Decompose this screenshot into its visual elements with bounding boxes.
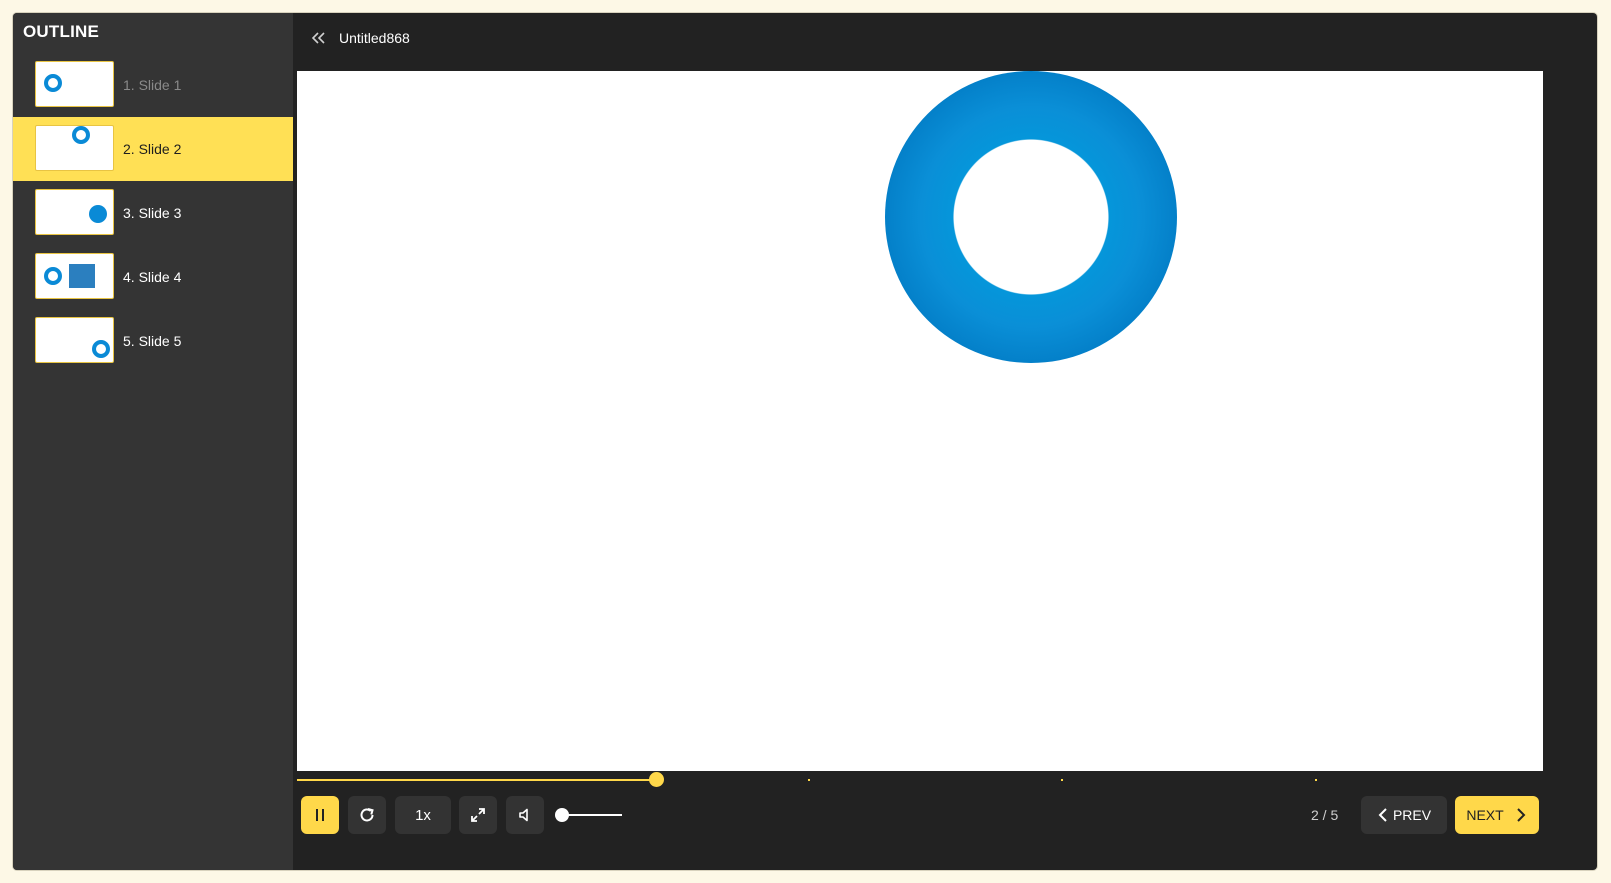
replay-icon (360, 808, 374, 822)
pause-icon (316, 809, 324, 821)
control-bar: 1x 2 / 5 PREV NEXT (297, 796, 1597, 836)
slide-thumbnail (35, 189, 114, 235)
circle-shape (89, 205, 107, 223)
presentation-title: Untitled868 (339, 30, 410, 46)
outline-item-slide-3[interactable]: 3. Slide 3 (13, 181, 293, 245)
ring-shape (92, 340, 110, 358)
slide-stage (297, 71, 1543, 771)
next-label: NEXT (1466, 807, 1504, 823)
progress-fill (297, 779, 656, 781)
square-shape (69, 264, 95, 288)
slide-mark (1314, 779, 1317, 781)
mute-button[interactable] (506, 796, 544, 834)
player-header: Untitled868 (293, 13, 1597, 63)
next-button[interactable]: NEXT (1455, 796, 1539, 834)
outline-item-slide-4[interactable]: 4. Slide 4 (13, 245, 293, 309)
slide-list: 1. Slide 1 2. Slide 2 3. Slide 3 4. Slid… (13, 53, 293, 373)
outline-item-slide-5[interactable]: 5. Slide 5 (13, 309, 293, 373)
outline-item-label: 5. Slide 5 (123, 333, 182, 349)
progress-bar[interactable] (297, 772, 1543, 787)
ring-shape (885, 71, 1177, 363)
volume-handle[interactable] (555, 808, 569, 822)
slide-mark (1060, 779, 1063, 781)
volume-slider[interactable] (562, 814, 622, 816)
slide-thumbnail (35, 253, 114, 299)
fullscreen-button[interactable] (459, 796, 497, 834)
prev-label: PREV (1392, 807, 1432, 823)
chevron-left-icon (1378, 808, 1387, 822)
speaker-icon (519, 808, 528, 822)
outline-title: OUTLINE (23, 22, 100, 41)
slide-thumbnail (35, 61, 114, 107)
page-counter: 2 / 5 (1311, 807, 1339, 823)
ring-shape (44, 74, 62, 92)
outline-item-label: 4. Slide 4 (123, 269, 182, 285)
slide-thumbnail (35, 317, 114, 363)
outline-item-label: 2. Slide 2 (123, 141, 182, 157)
playback-speed-button[interactable]: 1x (395, 796, 451, 834)
chevron-right-icon (1516, 808, 1526, 822)
replay-button[interactable] (348, 796, 386, 834)
slide-mark (807, 779, 810, 781)
double-chevron-left-icon (311, 32, 325, 44)
outline-item-slide-1[interactable]: 1. Slide 1 (13, 53, 293, 117)
prev-button[interactable]: PREV (1361, 796, 1447, 834)
collapse-sidebar-button[interactable] (309, 28, 329, 48)
progress-handle[interactable] (648, 772, 664, 787)
outline-item-label: 1. Slide 1 (123, 77, 182, 93)
slide-thumbnail (35, 125, 114, 171)
pause-button[interactable] (301, 796, 339, 834)
ring-shape (44, 267, 62, 285)
presentation-player: OUTLINE 1. Slide 1 2. Slide 2 3. Slide 3 (13, 13, 1597, 870)
ring-shape (72, 126, 90, 144)
expand-icon (471, 808, 485, 822)
outline-sidebar: OUTLINE 1. Slide 1 2. Slide 2 3. Slide 3 (13, 13, 293, 870)
outline-item-slide-2[interactable]: 2. Slide 2 (13, 117, 293, 181)
outline-item-label: 3. Slide 3 (123, 205, 182, 221)
